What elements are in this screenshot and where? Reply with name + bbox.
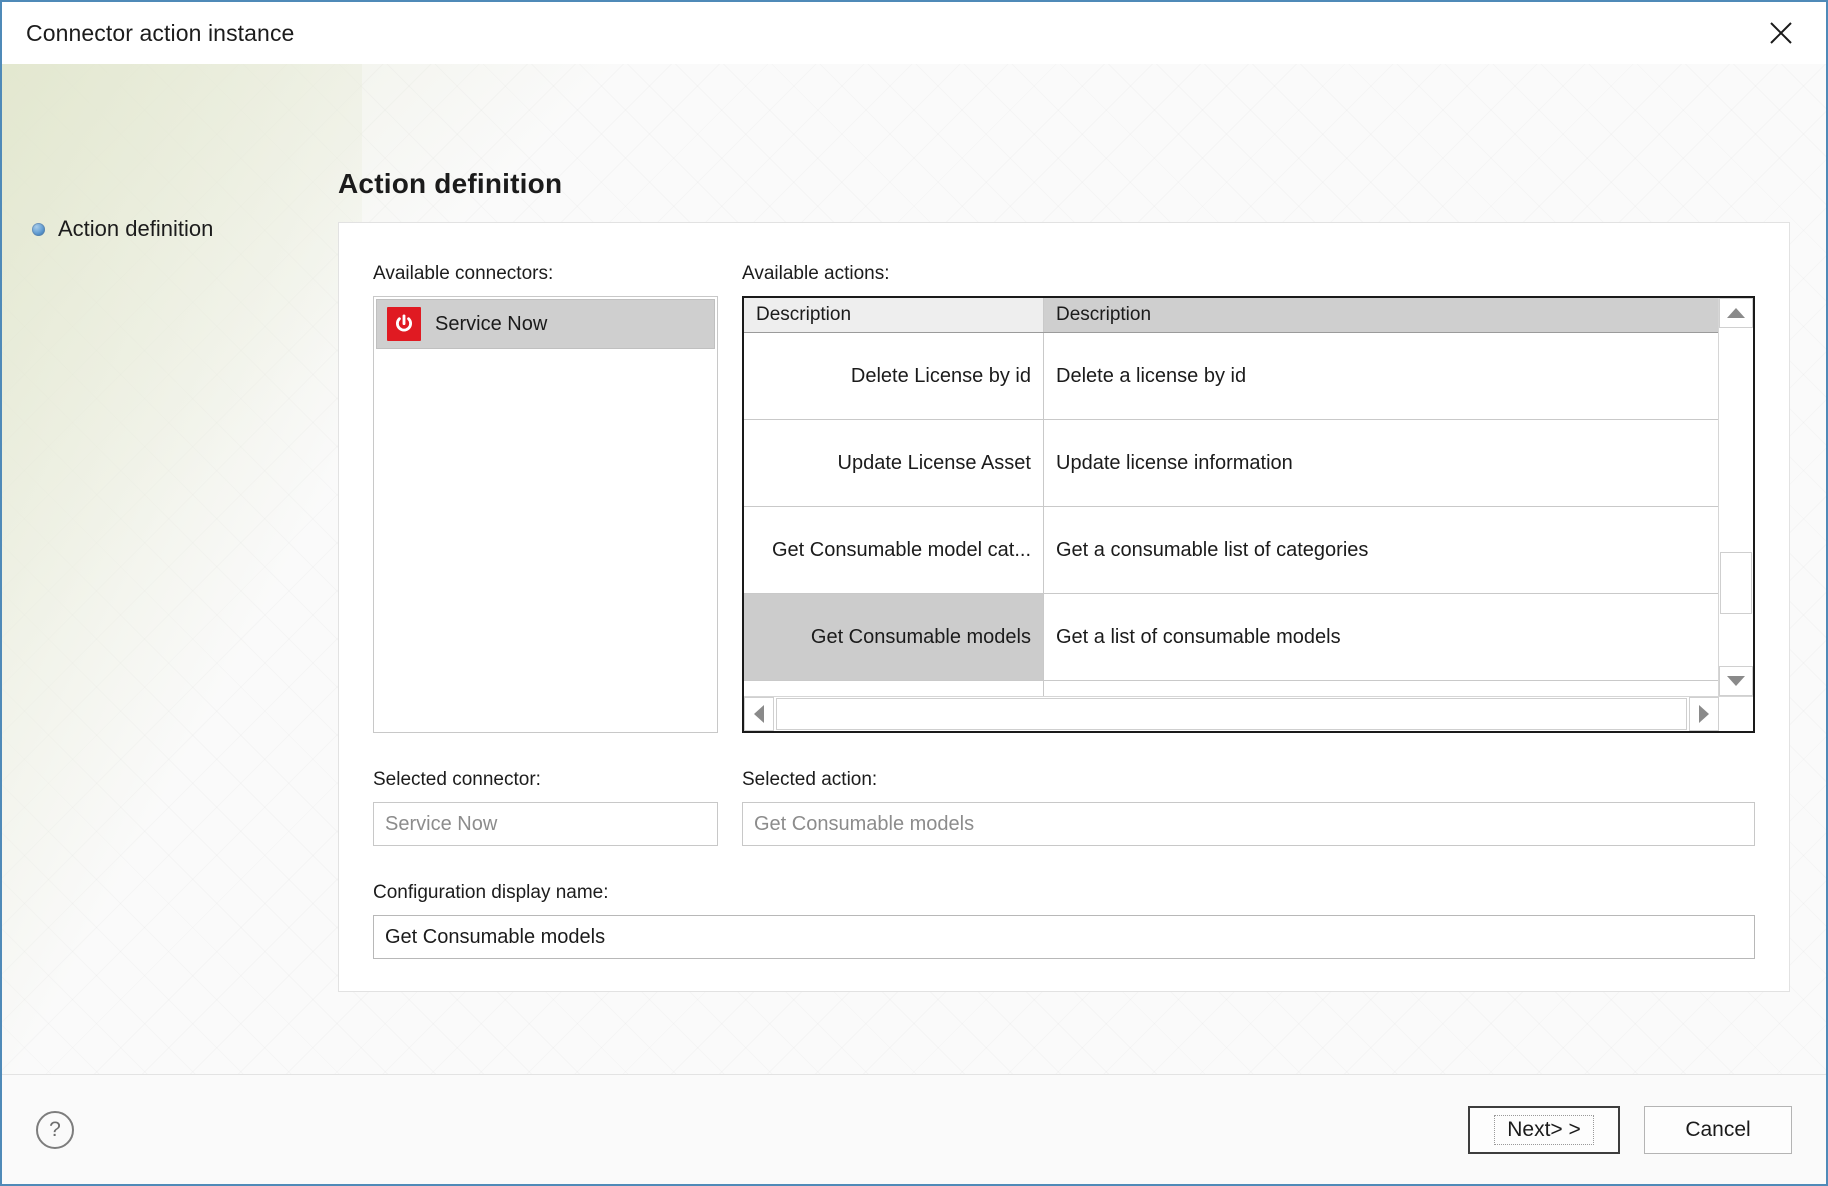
column-header-description[interactable]: Description (1044, 298, 1718, 332)
triangle-up-icon (1727, 308, 1745, 318)
action-description-cell[interactable]: Update license information (1044, 420, 1718, 506)
grid-rows: Delete License by id Delete a license by… (744, 333, 1718, 696)
action-description-cell[interactable]: Get a consumable list of categories (1044, 507, 1718, 593)
horizontal-scroll-track[interactable] (774, 697, 1689, 731)
dialog-body: Action definition Action definition Avai… (2, 64, 1826, 1074)
scroll-down-button[interactable] (1719, 666, 1753, 696)
scroll-right-button[interactable] (1689, 697, 1719, 731)
table-row[interactable]: Delete License by id Delete a license by… (744, 333, 1718, 420)
page-title: Action definition (338, 168, 563, 199)
next-button-label: Next> > (1494, 1114, 1594, 1145)
cancel-button[interactable]: Cancel (1644, 1105, 1792, 1154)
next-button[interactable]: Next> > (1468, 1105, 1620, 1154)
triangle-down-icon (1727, 676, 1745, 686)
grid-header-row: Description Description (744, 298, 1718, 333)
wizard-step-nav: Action definition (2, 64, 332, 1074)
action-name-cell[interactable]: Delete License by id (744, 333, 1044, 419)
scroll-up-button[interactable] (1719, 298, 1753, 328)
triangle-left-icon (754, 705, 764, 723)
vertical-scroll-track[interactable] (1719, 328, 1753, 666)
available-connectors-list[interactable]: Service Now (373, 296, 718, 733)
connector-name: Service Now (435, 312, 548, 335)
action-name-cell[interactable]: Get Consumable models (744, 594, 1044, 680)
action-description-cell[interactable]: Delete a license by id (1044, 333, 1718, 419)
window-title: Connector action instance (26, 19, 295, 46)
selected-action-label: Selected action: (742, 769, 878, 790)
action-name-cell[interactable]: Update License Asset (744, 420, 1044, 506)
triangle-right-icon (1699, 705, 1709, 723)
table-row[interactable]: Get Consumable model cat... Get a consum… (744, 507, 1718, 594)
table-row[interactable]: Search Consumable Assets Retrieves multi… (744, 681, 1718, 696)
table-row[interactable]: Get Consumable models Get a list of cons… (744, 594, 1718, 681)
selected-action-section: Selected action: Get Consumable models (742, 769, 1755, 846)
main-content: Action definition Available connectors: (332, 64, 1826, 1074)
scrollbar-corner (1719, 697, 1753, 731)
question-mark-icon[interactable]: ? (36, 1110, 74, 1149)
selected-fields-row: Selected connector: Service Now Selected… (373, 769, 1755, 846)
action-description-cell[interactable]: Get a list of consumable models (1044, 594, 1718, 680)
grid-cells: Description Description Delete License b… (744, 298, 1718, 696)
config-display-name-input[interactable]: Get Consumable models (373, 915, 1755, 959)
grid-horizontal-scrollbar[interactable] (744, 696, 1753, 731)
list-item[interactable]: Service Now (376, 299, 715, 349)
available-actions-grid: Description Description Delete License b… (742, 296, 1755, 733)
selection-columns: Available connectors: Service Now Availa… (373, 263, 1755, 733)
selected-connector-section: Selected connector: Service Now (373, 769, 718, 846)
selected-connector-field: Service Now (373, 802, 718, 846)
available-actions-label: Available actions: (742, 263, 890, 284)
sidebar-item-label: Action definition (58, 216, 214, 241)
close-icon[interactable] (1758, 10, 1804, 56)
action-name-cell[interactable]: Get Consumable model cat... (744, 507, 1044, 593)
config-display-name-label: Configuration display name: (373, 882, 609, 903)
dialog-window: Connector action instance Action definit… (0, 0, 1828, 1186)
available-connectors-section: Available connectors: Service Now (373, 263, 718, 733)
title-bar: Connector action instance (2, 2, 1826, 64)
blue-sphere-bullet-icon (32, 222, 45, 236)
horizontal-scroll-thumb[interactable] (776, 698, 1687, 730)
scroll-left-button[interactable] (744, 697, 774, 731)
grid-main: Description Description Delete License b… (744, 298, 1753, 696)
action-name-cell[interactable]: Search Consumable Assets (744, 681, 1044, 696)
available-actions-section: Available actions: Description Descripti… (742, 263, 1755, 733)
grid-vertical-scrollbar[interactable] (1718, 298, 1753, 696)
dialog-footer: ? Next> > Cancel (2, 1074, 1826, 1184)
selected-action-field: Get Consumable models (742, 802, 1755, 846)
available-connectors-label: Available connectors: (373, 263, 554, 284)
column-header-name[interactable]: Description (744, 298, 1044, 332)
action-description-cell[interactable]: Retrieves multiple records for the consu… (1044, 681, 1718, 696)
table-row[interactable]: Update License Asset Update license info… (744, 420, 1718, 507)
action-definition-panel: Available connectors: Service Now Availa… (338, 222, 1790, 992)
selected-connector-label: Selected connector: (373, 769, 541, 790)
vertical-scroll-thumb[interactable] (1720, 552, 1752, 614)
sidebar-item-action-definition[interactable]: Action definition (2, 212, 332, 246)
power-button-icon (387, 307, 421, 341)
config-display-name-section: Configuration display name: Get Consumab… (373, 882, 1755, 959)
